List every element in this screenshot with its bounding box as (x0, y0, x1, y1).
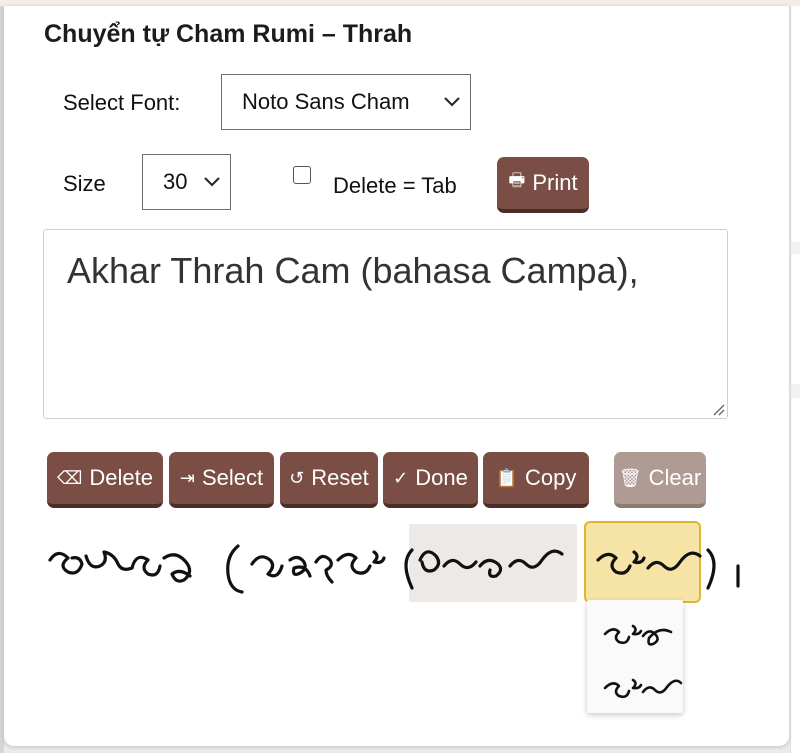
cham-word-cam[interactable] (336, 550, 386, 575)
cham-word-bahasa[interactable] (418, 549, 564, 578)
cham-word-thrah[interactable] (226, 544, 334, 594)
suggestion-1-glyphs (603, 624, 673, 646)
cham-word-campa[interactable] (596, 550, 702, 575)
cham-word-akhar[interactable] (48, 550, 192, 583)
suggestion-item-1[interactable] (587, 602, 683, 654)
cham-paren-open (404, 548, 414, 590)
cham-paren-close (706, 548, 716, 590)
suggestion-2-glyphs (603, 678, 683, 699)
suggestion-dropdown (587, 600, 683, 713)
suggestion-item-2[interactable] (587, 656, 683, 708)
